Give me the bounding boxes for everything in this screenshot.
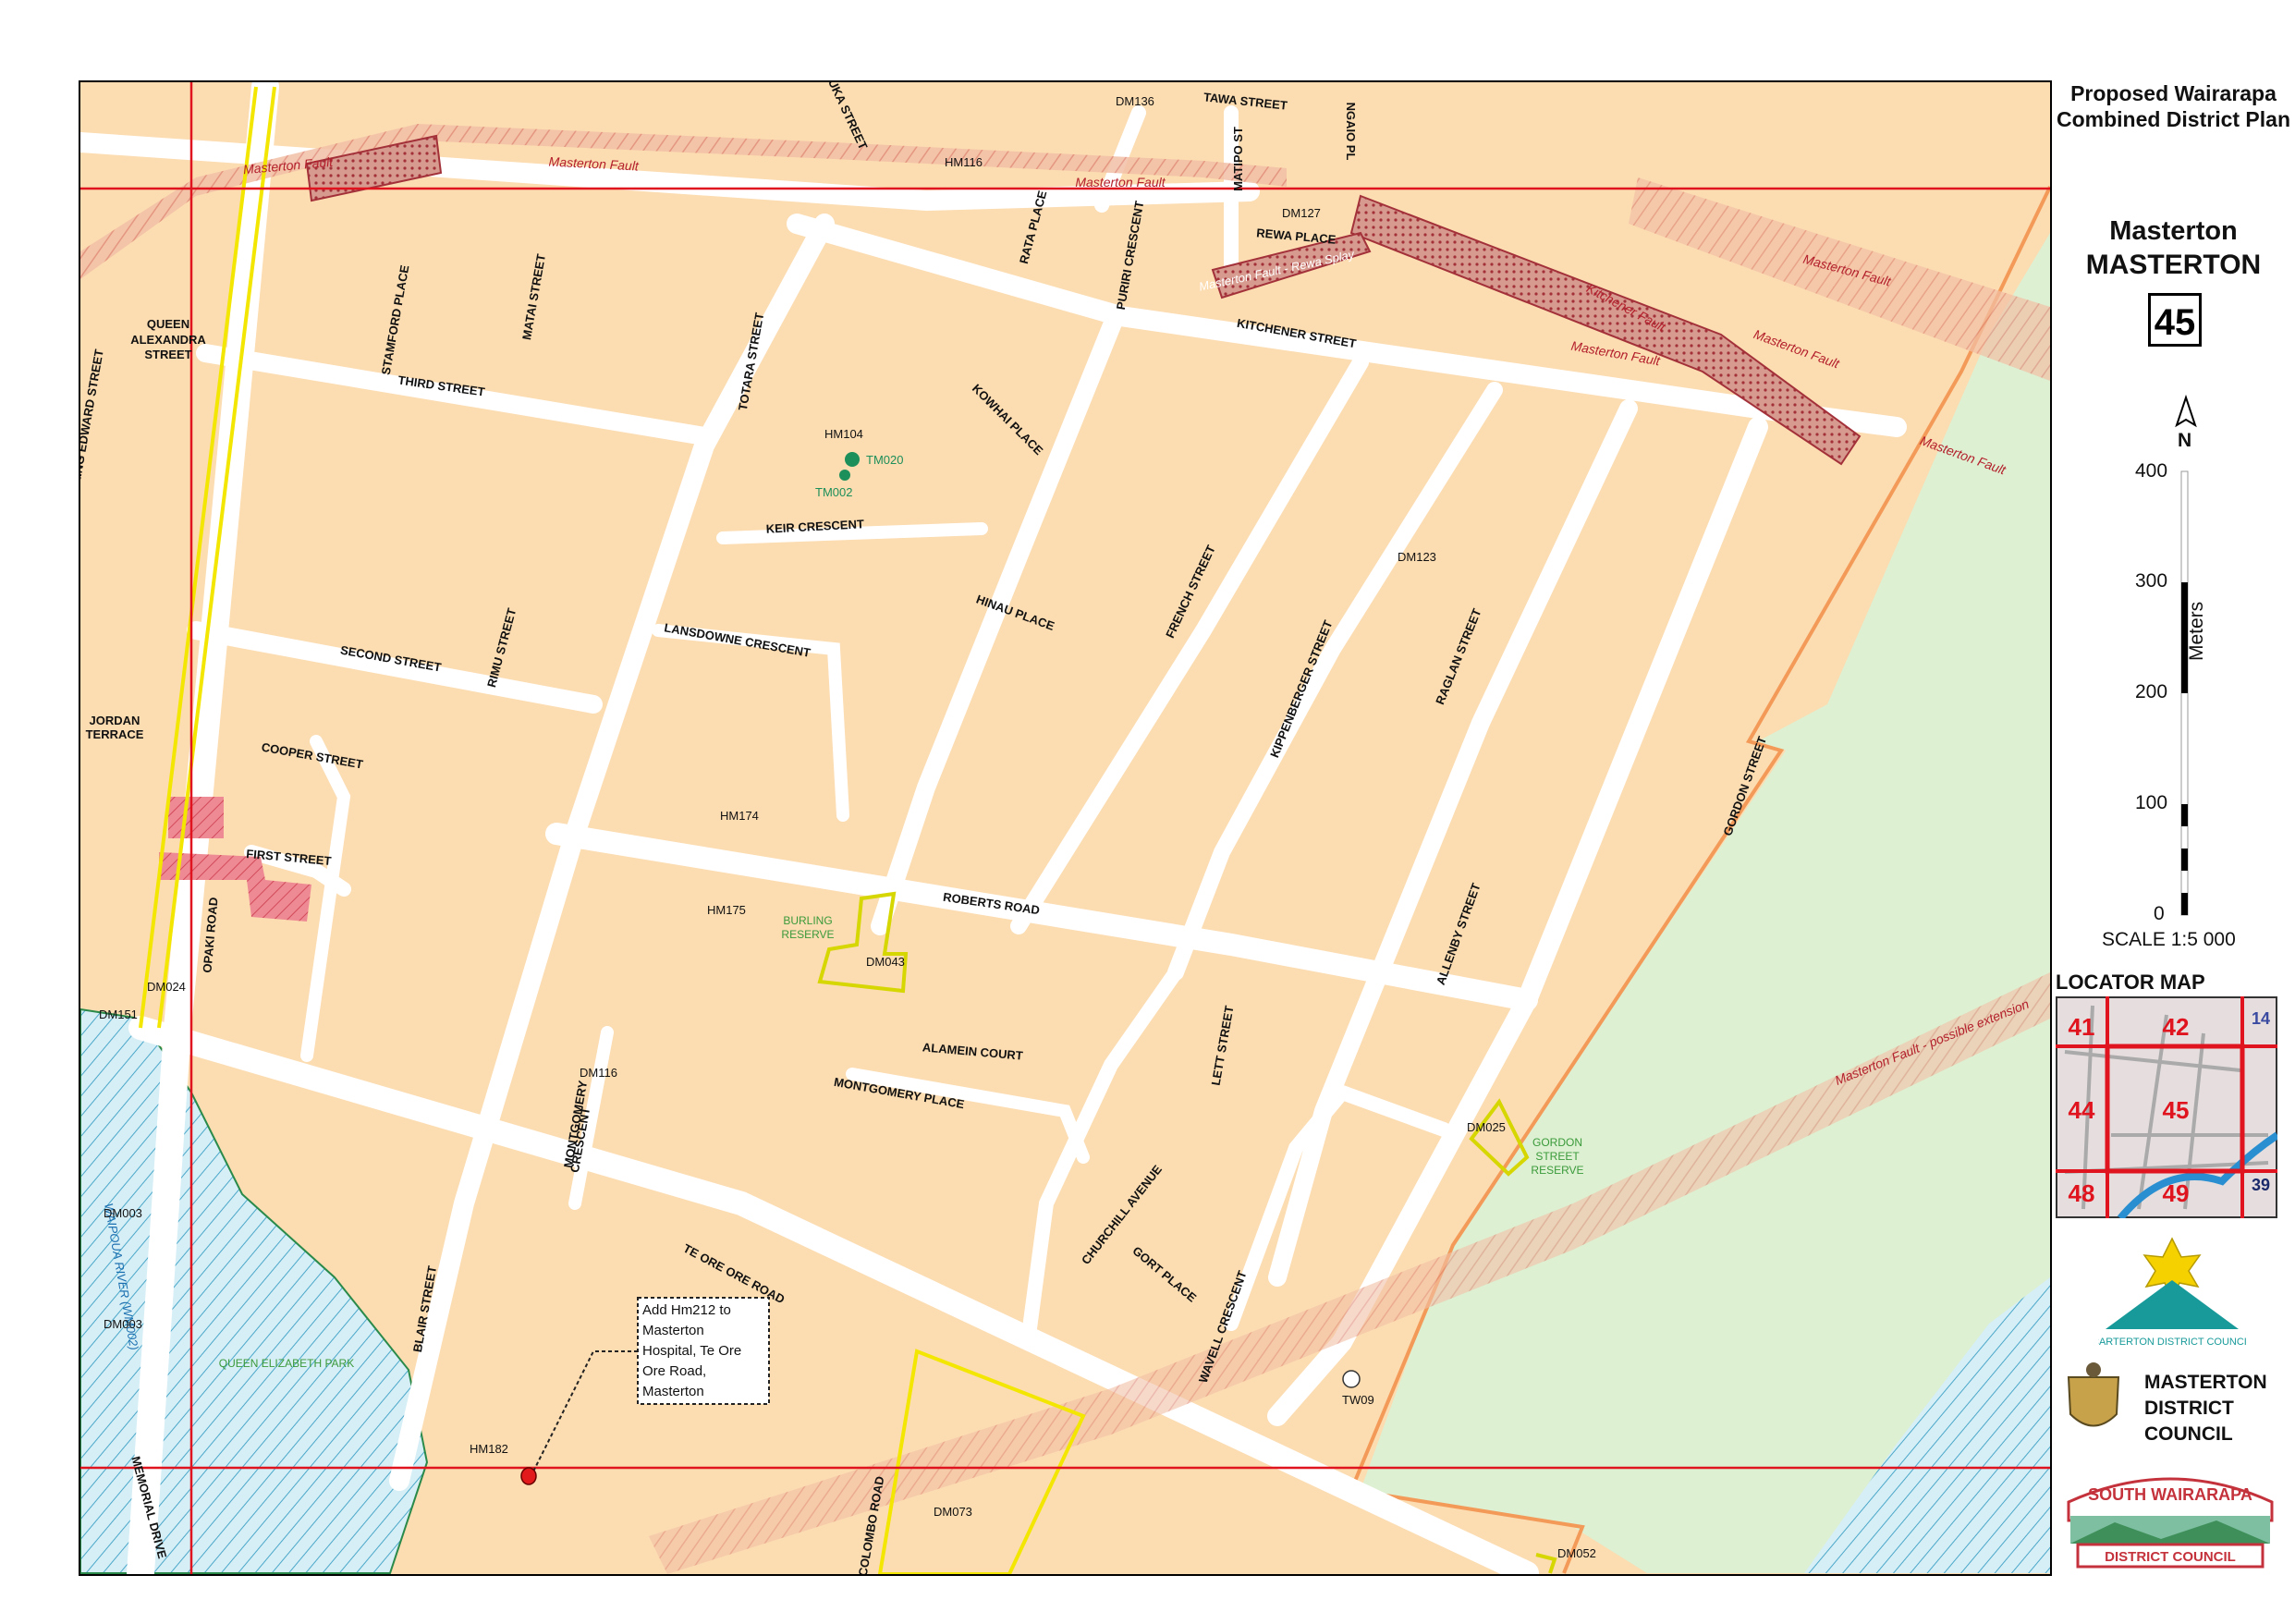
- masterton-logo-line2: DISTRICT: [2144, 1398, 2234, 1419]
- map-canvas[interactable]: TAWA STREETMANUKA STREET NGAIO PLMATIPO S…: [80, 82, 2050, 1574]
- street-label: TERRACE: [86, 727, 144, 741]
- south-wairarapa-bottom: DISTRICT COUNCIL: [2105, 1549, 2236, 1565]
- scale-tick-400: 400: [2135, 460, 2168, 482]
- site-code: TM020: [866, 453, 903, 467]
- reserve-label: RESERVE: [781, 928, 834, 941]
- annotation-line: Ore Road,: [642, 1363, 706, 1379]
- annotation-line: Hospital, Te Ore: [642, 1343, 741, 1359]
- locator-sheet-label: 49: [2163, 1179, 2190, 1207]
- tree-icon-2: [839, 470, 850, 481]
- locator-sheet-label: 14: [2252, 1009, 2270, 1028]
- street-label: QUEEN: [147, 317, 189, 331]
- annotation-line: Masterton: [642, 1384, 704, 1399]
- site-code: DM024: [147, 980, 186, 994]
- sheet-number-box: 45: [2148, 293, 2202, 347]
- scale-unit: Meters: [2186, 601, 2207, 661]
- site-code: TW09: [1342, 1393, 1374, 1407]
- scale-tick-0: 0: [2154, 903, 2165, 924]
- locator-title: LOCATOR MAP: [2056, 971, 2205, 994]
- masterton-logo-line1: MASTERTON: [2144, 1372, 2267, 1393]
- scale-tick-200: 200: [2135, 681, 2168, 702]
- carterton-logo: CARTERTON DISTRICT COUNCIL: [2098, 1237, 2246, 1348]
- locator-sheet-label: 42: [2163, 1013, 2190, 1041]
- mountain-icon: [2106, 1280, 2239, 1329]
- site-code: HM104: [824, 427, 863, 441]
- site-code: DM003: [104, 1317, 142, 1331]
- site-code: DM136: [1116, 94, 1154, 108]
- site-code: DM043: [866, 955, 905, 969]
- annotation-line: Add Hm212 to: [642, 1302, 731, 1318]
- site-code: DM127: [1282, 206, 1321, 220]
- locator-sheet-label: 45: [2163, 1096, 2190, 1124]
- site-code: DM116: [580, 1066, 617, 1080]
- scale-bar: [2175, 394, 2197, 916]
- tree-icon: [845, 452, 860, 467]
- annotation-line: Masterton: [642, 1323, 704, 1338]
- reserve-label: BURLING: [783, 914, 832, 927]
- south-wairarapa-logo: SOUTH WAIRARAPA DISTRICT COUNCIL: [2067, 1477, 2274, 1569]
- site-code: HM175: [707, 903, 746, 917]
- masterton-logo: [2067, 1362, 2120, 1427]
- site-code: DM025: [1467, 1120, 1506, 1134]
- street-label: STREET: [144, 348, 191, 361]
- north-label: N: [2178, 430, 2192, 451]
- place-name-small: Masterton: [2109, 216, 2238, 246]
- street-label: ALEXANDRA: [130, 333, 206, 347]
- reserve-label: GORDON: [1532, 1136, 1582, 1149]
- site-code: DM003: [104, 1206, 142, 1220]
- scale-segment: [2181, 849, 2188, 871]
- masterton-logo-line3: COUNCIL: [2144, 1423, 2233, 1445]
- locator-sheet-label: 41: [2069, 1013, 2095, 1041]
- reserve-label: RESERVE: [1531, 1164, 1583, 1177]
- north-arrow-icon: [2175, 394, 2197, 428]
- fault-label: Masterton Fault: [1075, 175, 1166, 189]
- carterton-name: CARTERTON DISTRICT COUNCIL: [2098, 1337, 2246, 1348]
- scale-tick-300: 300: [2135, 570, 2168, 592]
- site-code: HM182: [470, 1442, 508, 1456]
- locator-sheet-label: 48: [2069, 1179, 2095, 1207]
- site-code: HM174: [720, 809, 759, 823]
- street-label: JORDAN: [90, 714, 140, 727]
- tw-tree-icon: [1342, 1370, 1361, 1388]
- site-code: TM002: [815, 485, 852, 499]
- locator-sheet-label: 44: [2069, 1096, 2095, 1124]
- site-code: DM052: [1557, 1546, 1596, 1560]
- reserve-label: QUEEN ELIZABETH PARK: [219, 1357, 354, 1370]
- place-name-big: MASTERTON: [2085, 250, 2262, 280]
- bird-icon: [2086, 1362, 2101, 1377]
- locator-map[interactable]: 41 42 14 44 45 48 49 39: [2056, 996, 2277, 1218]
- site-code: DM073: [934, 1505, 972, 1519]
- south-wairarapa-top: SOUTH WAIRARAPA: [2088, 1485, 2252, 1504]
- locator-sheet-label: 39: [2252, 1176, 2270, 1194]
- scale-segment: [2181, 893, 2188, 915]
- scale-tick-100: 100: [2135, 792, 2168, 813]
- site-code: DM151: [99, 1007, 138, 1021]
- reserve-label: STREET: [1535, 1150, 1580, 1163]
- crest-icon: [2067, 1376, 2120, 1427]
- site-code: DM123: [1398, 550, 1436, 564]
- street-label: NGAIO PL: [1344, 103, 1358, 161]
- plan-title-line1: Proposed Wairarapa: [2070, 81, 2277, 105]
- location-marker-icon[interactable]: [520, 1467, 537, 1485]
- scale-ratio: SCALE 1:5 000: [2102, 929, 2236, 950]
- scale-segment: [2181, 804, 2188, 826]
- site-code: HM116: [945, 155, 983, 169]
- plan-title-line2: Combined District Plan: [2056, 107, 2291, 131]
- street-label: MATIPO ST: [1231, 127, 1245, 191]
- map-frame[interactable]: TAWA STREET MANUKA STREET NGAIO PL MATIPO S…: [79, 80, 2052, 1576]
